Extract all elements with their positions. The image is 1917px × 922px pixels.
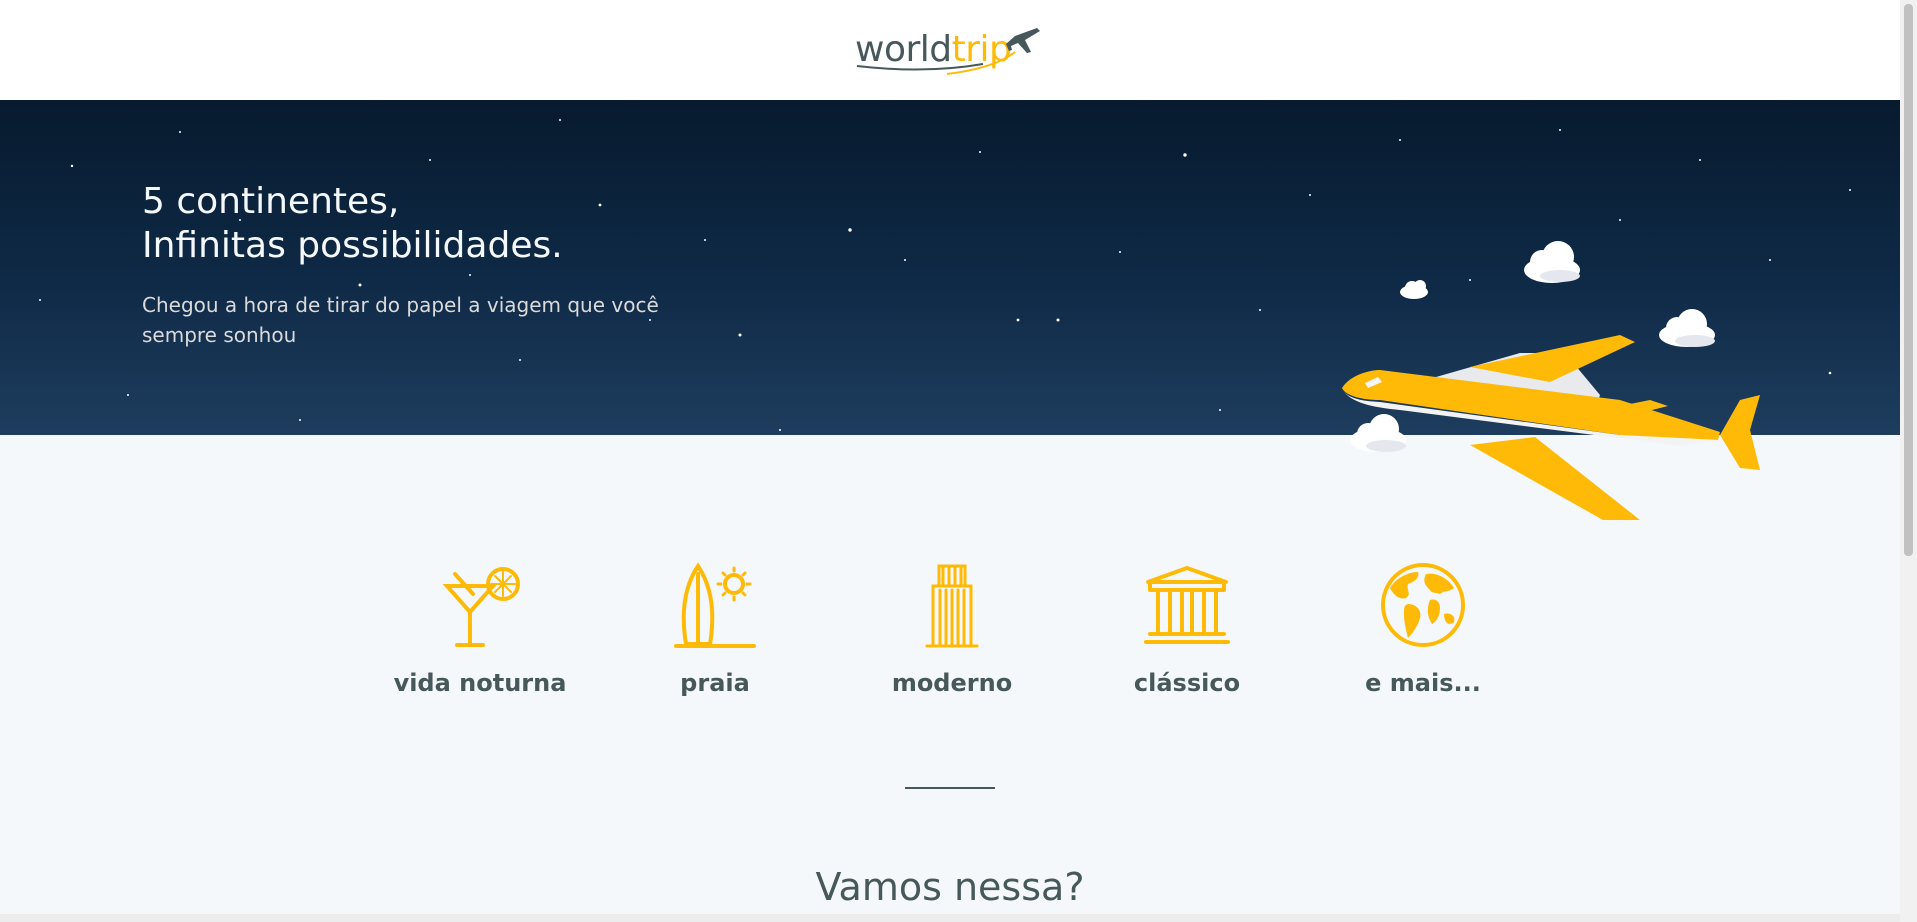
cta-heading: Vamos nessa?: [815, 865, 1085, 909]
surf-beach-icon: [674, 562, 756, 648]
travel-type-modern[interactable]: moderno: [852, 560, 1052, 710]
travel-types: vida noturna praia moderno clássico e ma…: [380, 560, 1540, 710]
travel-type-label: moderno: [891, 669, 1013, 697]
travel-type-label: e mais...: [1365, 669, 1481, 697]
cocktail-icon: [442, 567, 520, 647]
page-header: worldtrip: [0, 0, 1900, 100]
section-divider: [905, 787, 995, 789]
banner-title: 5 continentes, Infinitas possibilidades.: [142, 180, 563, 268]
hero-banner: 5 continentes, Infinitas possibilidades.…: [0, 100, 1900, 520]
banner-title-line1: 5 continentes,: [142, 181, 400, 222]
travel-type-beach[interactable]: praia: [615, 560, 815, 710]
airplane-illustration: [1342, 241, 1760, 520]
museum-icon: [1144, 566, 1230, 644]
travel-type-more[interactable]: e mais...: [1323, 560, 1523, 710]
horizontal-scrollbar: [0, 914, 1900, 922]
travel-type-classic[interactable]: clássico: [1087, 560, 1287, 710]
travel-type-label: vida noturna: [393, 669, 567, 697]
globe-icon: [1381, 563, 1465, 647]
travel-type-label: clássico: [1133, 669, 1241, 697]
scrollbar-thumb[interactable]: [1904, 4, 1913, 556]
logo-plane-icon: [856, 28, 1040, 75]
travel-type-nightlife[interactable]: vida noturna: [380, 560, 580, 710]
banner-subtitle: Chegou a hora de tirar do papel a viagem…: [142, 293, 659, 347]
page-scrollbar[interactable]: [1900, 0, 1917, 922]
travel-type-label: praia: [680, 669, 750, 697]
airplane-icon: [1342, 335, 1760, 520]
banner-title-line2: Infinitas possibilidades.: [142, 225, 563, 266]
worldtrip-logo[interactable]: worldtrip: [855, 22, 1045, 78]
skyscraper-icon: [925, 564, 979, 648]
